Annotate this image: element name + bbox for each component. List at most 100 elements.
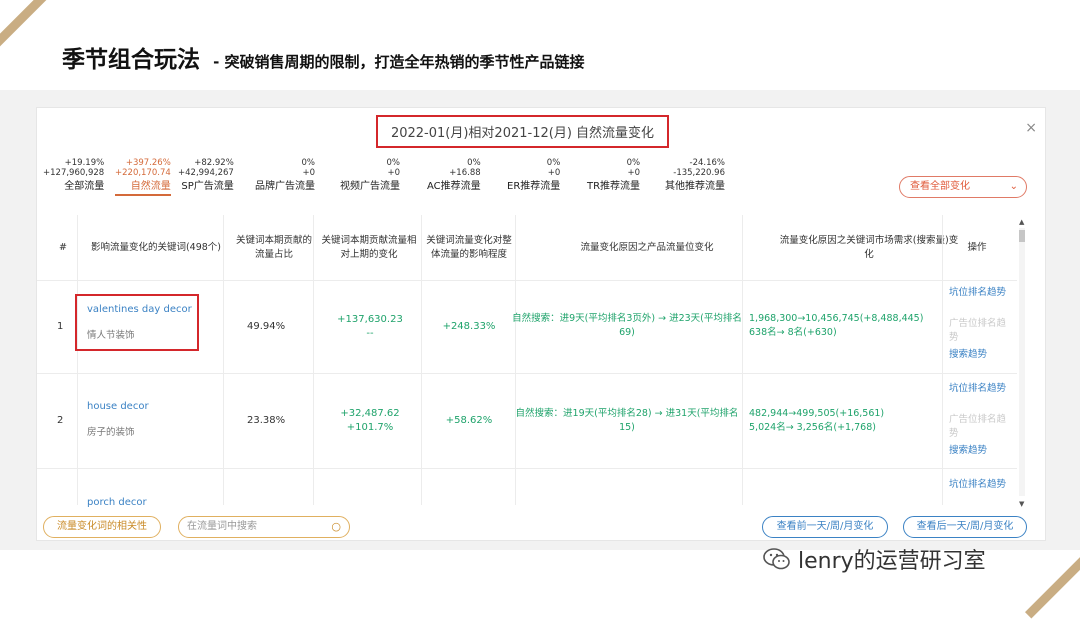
rank-trend-link[interactable]: 坑位排名趋势 bbox=[949, 478, 1011, 492]
header-impact: 关键词流量变化对整体流量的影响程度 bbox=[426, 234, 512, 260]
reason-market-volume: 482,944→499,505(+16,561) bbox=[749, 408, 885, 419]
reason-market-volume: 1,968,300→10,456,745(+8,488,445) bbox=[749, 313, 924, 324]
tab-pct: 0% bbox=[467, 158, 481, 168]
tab-label: AC推荐流量 bbox=[427, 181, 481, 192]
watermark-text: lenry的运营研习室 bbox=[798, 549, 986, 574]
tab-pct: 0% bbox=[626, 158, 641, 168]
panel-title: 2022-01(月)相对2021-12(月) 自然流量变化 bbox=[376, 115, 669, 148]
reason-market-rank: 638名→ 8名(+630) bbox=[749, 327, 837, 338]
watermark: lenry的运营研习室 bbox=[762, 543, 986, 575]
tab-label: 自然流量 bbox=[115, 181, 171, 196]
tab-label: TR推荐流量 bbox=[587, 181, 641, 192]
column-divider bbox=[942, 215, 943, 505]
tab-label: 视频广告流量 bbox=[340, 181, 400, 192]
corner-decoration-top-left bbox=[0, 0, 55, 60]
tab-pct: +19.19% bbox=[64, 158, 105, 168]
chevron-down-icon: ⌄ bbox=[1009, 181, 1018, 192]
table-scrollbar[interactable]: ▲ ▼ bbox=[1017, 218, 1025, 508]
tab-tr-traffic[interactable]: 0% +0 TR推荐流量 bbox=[587, 158, 640, 193]
tab-value: +0 bbox=[302, 168, 315, 178]
tab-pct: 0% bbox=[301, 158, 316, 168]
tab-value: +0 bbox=[547, 168, 561, 178]
tab-er-traffic[interactable]: 0% +0 ER推荐流量 bbox=[507, 158, 560, 193]
tab-value: +42,994,267 bbox=[178, 168, 234, 178]
tab-pct: +397.26% bbox=[125, 158, 171, 168]
table-header: # 影响流量变化的关键词(498个) 关键词本期贡献的流量占比 关键词本期贡献流… bbox=[37, 215, 1017, 280]
tab-label: SP广告流量 bbox=[181, 181, 234, 192]
tab-value: +0 bbox=[387, 168, 400, 178]
traffic-change-pct: -- bbox=[366, 328, 374, 339]
tab-label: ER推荐流量 bbox=[507, 181, 561, 192]
column-divider bbox=[313, 215, 314, 505]
corner-decoration-bottom-right bbox=[1024, 548, 1080, 619]
traffic-share: 23.38% bbox=[247, 415, 286, 426]
header-reason-market: 流量变化原因之关键词市场需求(搜索量)变化 bbox=[779, 234, 959, 260]
traffic-change-value: +32,487.62 bbox=[340, 408, 400, 419]
tab-other-traffic[interactable]: -24.16% -135,220.96 其他推荐流量 bbox=[665, 158, 725, 193]
view-all-label: 查看全部变化 bbox=[910, 181, 970, 192]
traffic-impact: +58.62% bbox=[445, 415, 493, 426]
traffic-tabs: +19.19% +127,960,928 全部流量 +397.26% +220,… bbox=[37, 158, 1047, 198]
tab-all-traffic[interactable]: +19.19% +127,960,928 全部流量 bbox=[43, 158, 104, 193]
header-change: 关键词本期贡献流量相对上期的变化 bbox=[321, 234, 417, 260]
close-icon[interactable]: × bbox=[1025, 120, 1037, 136]
tab-ac-traffic[interactable]: 0% +16.88 AC推荐流量 bbox=[427, 158, 481, 193]
traffic-change-pct: +101.7% bbox=[346, 422, 394, 433]
wechat-icon bbox=[763, 548, 790, 570]
row-number: 1 bbox=[57, 321, 64, 332]
tab-label: 全部流量 bbox=[64, 181, 105, 192]
header-number: # bbox=[59, 241, 67, 253]
traffic-change-value: +137,630.23 bbox=[337, 314, 403, 325]
slide-subtitle: - 突破销售周期的限制，打造全年热销的季节性产品链接 bbox=[213, 53, 585, 71]
ad-rank-trend-link[interactable]: 广告位排名趋势 bbox=[949, 317, 1011, 345]
row-divider bbox=[37, 373, 1017, 374]
column-divider bbox=[742, 215, 743, 505]
tab-pct: 0% bbox=[546, 158, 561, 168]
search-icon[interactable]: ○ bbox=[331, 517, 341, 537]
row-number: 2 bbox=[57, 415, 64, 426]
keyword-link[interactable]: house decor bbox=[87, 400, 149, 414]
tab-video-ad-traffic[interactable]: 0% +0 视频广告流量 bbox=[340, 158, 400, 193]
column-divider bbox=[421, 215, 422, 505]
keyword-link[interactable]: porch decor bbox=[87, 496, 147, 510]
related-keywords-button[interactable]: 流量变化词的相关性 bbox=[43, 516, 161, 538]
column-divider bbox=[223, 215, 224, 505]
column-divider bbox=[515, 215, 516, 505]
traffic-impact: +248.33% bbox=[442, 321, 496, 332]
search-trend-link[interactable]: 搜索趋势 bbox=[949, 348, 1011, 362]
header-keyword: 影响流量变化的关键词(498个) bbox=[90, 241, 222, 253]
view-next-period-button[interactable]: 查看后一天/周/月变化 bbox=[903, 516, 1027, 538]
tab-sp-ad-traffic[interactable]: +82.92% +42,994,267 SP广告流量 bbox=[178, 158, 234, 193]
keyword-highlight-box bbox=[75, 294, 199, 351]
slide-main-title: 季节组合玩法 bbox=[62, 47, 200, 73]
tab-pct: +82.92% bbox=[194, 158, 234, 168]
tab-brand-ad-traffic[interactable]: 0% +0 品牌广告流量 bbox=[255, 158, 315, 193]
scroll-up-icon[interactable]: ▲ bbox=[1019, 218, 1024, 226]
column-divider bbox=[77, 215, 78, 505]
view-previous-period-button[interactable]: 查看前一天/周/月变化 bbox=[762, 516, 888, 538]
rank-trend-link[interactable]: 坑位排名趋势 bbox=[949, 286, 1011, 300]
tab-value: +16.88 bbox=[449, 168, 481, 178]
rank-trend-link[interactable]: 坑位排名趋势 bbox=[949, 382, 1011, 396]
scroll-down-icon[interactable]: ▼ bbox=[1019, 500, 1024, 508]
search-placeholder: 在流量词中搜索 bbox=[187, 521, 257, 532]
view-all-changes-dropdown[interactable]: 查看全部变化 ⌄ bbox=[899, 176, 1027, 198]
traffic-change-panel: 2022-01(月)相对2021-12(月) 自然流量变化 × +19.19% … bbox=[36, 107, 1046, 541]
ad-rank-trend-link[interactable]: 广告位排名趋势 bbox=[949, 413, 1011, 441]
tab-natural-traffic[interactable]: +397.26% +220,170.74 自然流量 bbox=[115, 158, 171, 196]
tab-value: +0 bbox=[627, 168, 641, 178]
search-trend-link[interactable]: 搜索趋势 bbox=[949, 444, 1011, 458]
tab-label: 其他推荐流量 bbox=[665, 181, 725, 192]
tab-pct: 0% bbox=[386, 158, 401, 168]
tab-pct: -24.16% bbox=[689, 158, 725, 168]
keyword-search-input[interactable]: 在流量词中搜索 ○ bbox=[178, 516, 350, 538]
header-share: 关键词本期贡献的流量占比 bbox=[235, 234, 312, 260]
scroll-thumb[interactable] bbox=[1019, 230, 1025, 242]
tab-value: +220,170.74 bbox=[115, 168, 171, 178]
reason-product-position: 自然搜索：进9天(平均排名3页外) → 进23天(平均排名69) bbox=[512, 313, 742, 338]
tab-label: 品牌广告流量 bbox=[255, 181, 315, 192]
reason-product-position: 自然搜索：进19天(平均排名28) → 进31天(平均排名15) bbox=[515, 408, 739, 433]
row-divider bbox=[37, 280, 1017, 281]
traffic-share: 49.94% bbox=[247, 321, 286, 332]
header-operations: 操作 bbox=[967, 241, 987, 253]
